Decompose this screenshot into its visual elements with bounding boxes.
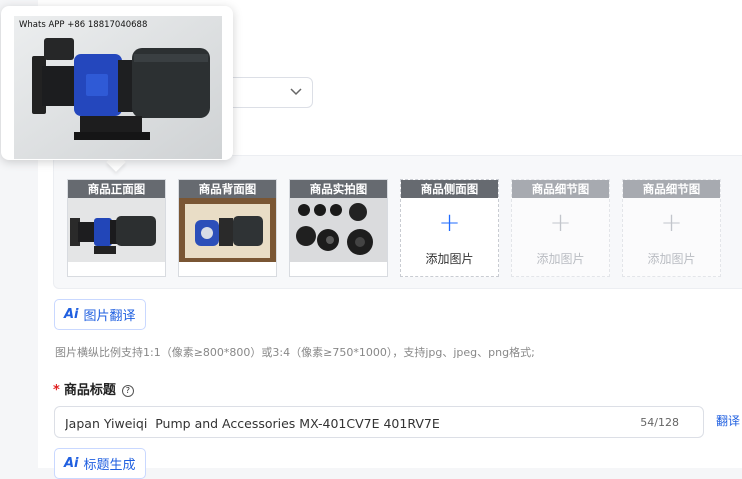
image-slot-front[interactable]: 商品正面图 xyxy=(67,179,166,277)
image-format-hint: 图片横纵比例支持1:1（像素≥800*800）或3:4（像素≥750*1000）… xyxy=(55,346,535,359)
pump-parts-thumbnail[interactable] xyxy=(290,198,387,262)
required-mark: * xyxy=(53,383,60,398)
title-translate-link[interactable]: 翻译 xyxy=(716,412,740,429)
ai-image-translate-button[interactable]: Ai 图片翻译 xyxy=(54,299,146,330)
image-slot-back[interactable]: 商品背面图 xyxy=(178,179,277,277)
ai-icon: Ai xyxy=(64,307,79,322)
image-slot-side[interactable]: 商品侧面图 + 添加图片 xyxy=(400,179,499,277)
ai-title-generate-button[interactable]: Ai 标题生成 xyxy=(54,448,146,479)
slot-label: 商品背面图 xyxy=(179,180,276,198)
add-image-label: 添加图片 xyxy=(536,252,585,266)
image-preview-popover: Whats APP +86 18817040688 xyxy=(1,6,233,160)
ai-title-generate-label: 标题生成 xyxy=(83,458,136,473)
slot-label: 商品实拍图 xyxy=(290,180,387,198)
pump-box-thumbnail[interactable] xyxy=(179,198,276,262)
title-field-label: * 商品标题? xyxy=(53,379,134,398)
title-input[interactable] xyxy=(65,413,625,433)
plus-icon: + xyxy=(660,208,683,238)
pump-preview-image: Whats APP +86 18817040688 xyxy=(14,16,222,159)
plus-icon: + xyxy=(549,208,572,238)
chevron-down-icon xyxy=(290,88,302,96)
help-icon[interactable]: ? xyxy=(121,385,134,397)
ai-icon: Ai xyxy=(64,456,79,471)
ai-image-translate-label: 图片翻译 xyxy=(83,309,136,324)
slot-label: 商品细节图 xyxy=(512,180,609,198)
image-slot-real[interactable]: 商品实拍图 xyxy=(289,179,388,277)
slot-label: 商品细节图 xyxy=(623,180,720,198)
slot-label: 商品侧面图 xyxy=(401,180,498,198)
add-image-label: 添加图片 xyxy=(647,252,696,266)
title-char-counter: 54/128 xyxy=(640,416,679,429)
plus-icon: + xyxy=(438,208,461,238)
slot-label: 商品正面图 xyxy=(68,180,165,198)
pump-front-thumbnail[interactable] xyxy=(68,198,165,262)
title-label-text: 商品标题 xyxy=(63,383,116,398)
title-input-box[interactable]: 54/128 xyxy=(54,406,704,438)
image-slot-detail-1[interactable]: 商品细节图 + 添加图片 xyxy=(511,179,610,277)
watermark-text: Whats APP +86 18817040688 xyxy=(19,20,148,30)
image-slot-detail-2[interactable]: 商品细节图 + 添加图片 xyxy=(622,179,721,277)
add-image-label: 添加图片 xyxy=(425,252,474,266)
